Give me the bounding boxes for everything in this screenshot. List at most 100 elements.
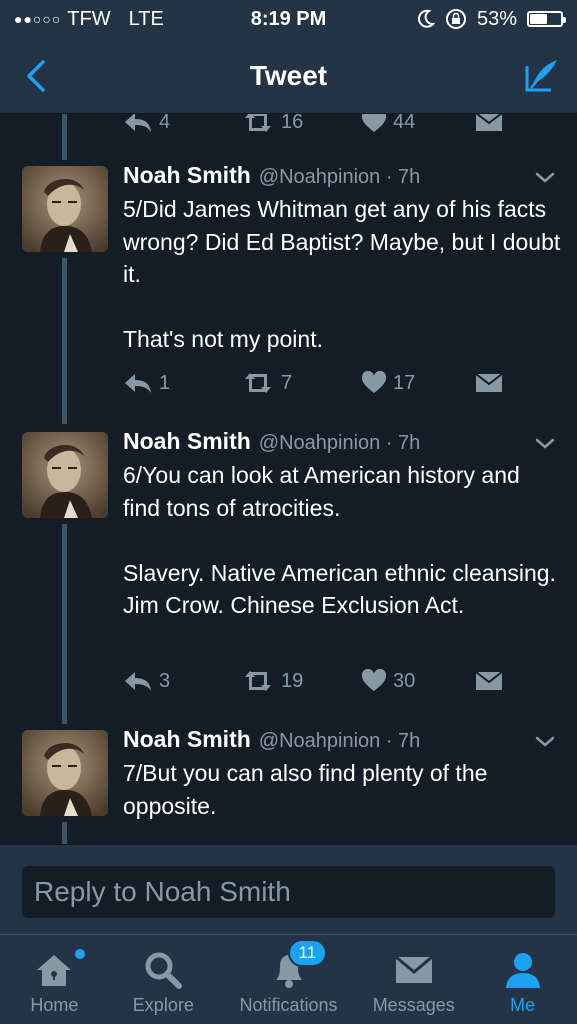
search-icon bbox=[143, 947, 183, 993]
signal-strength-icon: ●●○○○ bbox=[14, 11, 62, 27]
network-label: LTE bbox=[128, 7, 164, 30]
reply-count: 1 bbox=[159, 371, 171, 394]
author-name[interactable]: Noah Smith bbox=[123, 428, 251, 455]
like-button[interactable]: 17 bbox=[361, 371, 475, 395]
retweet-button[interactable]: 16 bbox=[241, 114, 361, 134]
battery-percent: 53% bbox=[476, 7, 517, 30]
tweet-text: 5/Did James Whitman get any of his facts… bbox=[123, 196, 561, 352]
page-title: Tweet bbox=[249, 59, 328, 91]
tab-label: Messages bbox=[372, 995, 455, 1015]
tweet-actions: 3 19 30 bbox=[123, 669, 503, 693]
status-right: 53% bbox=[363, 7, 566, 31]
chevron-down-icon[interactable] bbox=[533, 168, 557, 188]
tab-messages[interactable]: Messages bbox=[359, 935, 468, 1024]
envelope-icon bbox=[475, 373, 503, 392]
retweet-count: 7 bbox=[281, 371, 293, 394]
status-time: 8:19 PM bbox=[250, 7, 327, 30]
tab-label: Home bbox=[30, 995, 79, 1015]
envelope-icon bbox=[394, 947, 434, 993]
home-icon bbox=[33, 947, 86, 993]
retweet-button[interactable]: 7 bbox=[241, 371, 361, 395]
tweet-header: Noah Smith @Noahpinion · 7h bbox=[123, 428, 420, 455]
reply-count: 3 bbox=[159, 669, 171, 692]
rotation-lock-icon bbox=[445, 9, 466, 29]
tab-bar: Home Explore 11 Notifications Messages M… bbox=[0, 934, 577, 1024]
tab-home[interactable]: Home bbox=[0, 935, 109, 1024]
like-count: 30 bbox=[393, 669, 416, 692]
back-button[interactable] bbox=[14, 54, 58, 98]
tweet-header: Noah Smith @Noahpinion · 7h bbox=[123, 162, 420, 189]
nav-bar: Tweet bbox=[0, 38, 577, 114]
tab-me[interactable]: Me bbox=[468, 935, 577, 1024]
tweet[interactable]: Noah Smith @Noahpinion · 7h 6/You can lo… bbox=[0, 428, 577, 728]
author-portrait-image bbox=[22, 432, 108, 518]
author-handle: @Noahpinion · 7h bbox=[258, 432, 421, 454]
moon-icon bbox=[418, 9, 435, 28]
author-handle: @Noahpinion · 7h bbox=[258, 166, 421, 188]
status-left: ●●○○○ TFW LTE bbox=[14, 8, 214, 31]
like-button[interactable]: 30 bbox=[361, 669, 475, 693]
like-count: 44 bbox=[393, 114, 416, 133]
tweet-text: 6/You can look at American history and f… bbox=[123, 462, 556, 618]
retweet-icon bbox=[245, 373, 271, 393]
tab-notifications[interactable]: 11 Notifications bbox=[218, 935, 360, 1024]
author-name[interactable]: Noah Smith bbox=[123, 162, 251, 189]
reply-icon bbox=[125, 374, 151, 393]
chevron-down-icon[interactable] bbox=[533, 732, 557, 752]
chevron-down-icon[interactable] bbox=[533, 434, 557, 454]
like-button[interactable]: 44 bbox=[361, 114, 475, 134]
retweet-icon bbox=[245, 114, 271, 132]
tweet-thread: 4 16 44 Noah Smith @Noahpinion · 7h 5/Di… bbox=[0, 114, 577, 844]
compose-quill-icon bbox=[525, 59, 557, 91]
avatar[interactable] bbox=[22, 432, 108, 518]
reply-button[interactable]: 1 bbox=[123, 372, 241, 395]
bell-icon: 11 bbox=[268, 939, 328, 993]
author-handle: @Noahpinion · 7h bbox=[258, 730, 421, 752]
tab-explore[interactable]: Explore bbox=[109, 935, 218, 1024]
heart-icon bbox=[361, 114, 387, 132]
person-icon bbox=[503, 947, 543, 993]
direct-message-button[interactable] bbox=[475, 372, 503, 394]
reply-count: 4 bbox=[159, 114, 171, 133]
tab-label: Explore bbox=[132, 995, 194, 1015]
tweet-actions: 1 7 17 bbox=[123, 371, 503, 395]
retweet-count: 19 bbox=[281, 669, 304, 692]
tweet-header: Noah Smith @Noahpinion · 7h bbox=[123, 726, 420, 753]
reply-icon bbox=[125, 672, 151, 691]
avatar[interactable] bbox=[22, 730, 108, 816]
author-portrait-image bbox=[22, 166, 108, 252]
reply-button[interactable]: 4 bbox=[123, 114, 241, 134]
author-portrait-image bbox=[22, 730, 108, 816]
retweet-icon bbox=[245, 671, 271, 691]
envelope-icon bbox=[475, 114, 503, 131]
retweet-button[interactable]: 19 bbox=[241, 669, 361, 693]
reply-bar bbox=[0, 844, 577, 934]
heart-icon bbox=[361, 669, 387, 691]
avatar[interactable] bbox=[22, 166, 108, 252]
notifications-badge: 11 bbox=[287, 939, 328, 967]
battery-fill bbox=[530, 14, 547, 24]
tab-label: Me bbox=[510, 995, 536, 1015]
reply-icon bbox=[125, 114, 151, 132]
thread-line bbox=[62, 114, 67, 160]
direct-message-button[interactable] bbox=[475, 670, 503, 692]
chevron-left-icon bbox=[27, 59, 45, 92]
status-bar: ●●○○○ TFW LTE 8:19 PM 53% bbox=[0, 0, 577, 38]
carrier-label: TFW bbox=[67, 7, 111, 30]
reply-button[interactable]: 3 bbox=[123, 670, 241, 693]
tweet[interactable]: Noah Smith @Noahpinion · 7h 5/Did James … bbox=[0, 162, 577, 414]
compose-button[interactable] bbox=[519, 54, 563, 98]
battery-icon bbox=[527, 11, 566, 27]
tweet[interactable]: Noah Smith @Noahpinion · 7h 7/But you ca… bbox=[0, 726, 577, 844]
like-count: 17 bbox=[393, 371, 416, 394]
tab-label: Notifications bbox=[239, 995, 338, 1015]
envelope-icon bbox=[475, 671, 503, 690]
author-name[interactable]: Noah Smith bbox=[123, 726, 251, 753]
tweet-text: 7/But you can also find plenty of the op… bbox=[123, 760, 488, 819]
heart-icon bbox=[361, 371, 387, 393]
home-unread-dot bbox=[75, 949, 86, 959]
reply-input[interactable] bbox=[22, 866, 555, 918]
retweet-count: 16 bbox=[281, 114, 304, 133]
direct-message-button[interactable] bbox=[475, 114, 503, 133]
tweet-actions: 4 16 44 bbox=[123, 114, 503, 134]
